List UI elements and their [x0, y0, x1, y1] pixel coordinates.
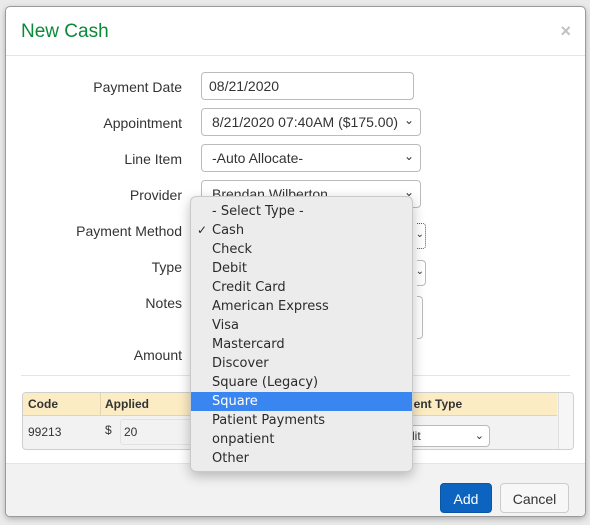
dropdown-option[interactable]: American Express	[191, 297, 412, 316]
header-code: Code	[28, 397, 58, 411]
close-icon[interactable]: ×	[560, 21, 571, 42]
modal-header: New Cash ×	[6, 7, 585, 56]
appointment-label: Appointment	[103, 115, 182, 131]
payment-date-row: Payment Date 08/21/2020	[6, 72, 585, 102]
line-item-row: Line Item -Auto Allocate- ⌄	[6, 144, 585, 174]
appointment-row: Appointment 8/21/2020 07:40AM ($175.00) …	[6, 108, 585, 138]
dropdown-option[interactable]: Mastercard	[191, 335, 412, 354]
dropdown-option[interactable]: Patient Payments	[191, 411, 412, 430]
amount-label: Amount	[133, 347, 182, 363]
payment-type-select[interactable]: dit ⌄	[403, 425, 490, 447]
chevron-down-icon: ⌄	[474, 430, 484, 442]
checkmark-icon: ✓	[197, 223, 208, 237]
cancel-button[interactable]: Cancel	[500, 483, 569, 513]
type-label: Type	[151, 259, 182, 275]
chevron-down-icon: ⌄	[403, 149, 414, 163]
notes-label: Notes	[145, 295, 182, 311]
type-select[interactable]: ⌄	[415, 260, 426, 286]
payment-method-label: Payment Method	[76, 223, 182, 239]
payment-method-dropdown: - Select Type - ✓ Cash Check Debit Credit…	[190, 196, 413, 472]
dropdown-option[interactable]: ✓ Cash	[191, 221, 412, 240]
dropdown-option[interactable]: Square (Legacy)	[191, 373, 412, 392]
dropdown-option[interactable]: Credit Card	[191, 278, 412, 297]
table-scrollbar[interactable]	[558, 393, 573, 449]
line-item-label: Line Item	[124, 151, 182, 167]
payment-date-input[interactable]: 08/21/2020	[201, 72, 414, 100]
chevron-down-icon: ⌄	[415, 229, 424, 240]
payment-method-select[interactable]: ⌄	[415, 223, 426, 249]
dropdown-option[interactable]: Discover	[191, 354, 412, 373]
line-item-select[interactable]: -Auto Allocate- ⌄	[201, 144, 421, 172]
header-applied: Applied	[105, 397, 149, 411]
dropdown-option[interactable]: Check	[191, 240, 412, 259]
appointment-value: 8/21/2020 07:40AM ($175.00)	[212, 114, 399, 130]
row-currency: $	[105, 423, 112, 437]
appointment-select[interactable]: 8/21/2020 07:40AM ($175.00) ⌄	[201, 108, 421, 136]
chevron-down-icon: ⌄	[415, 266, 424, 277]
line-item-value: -Auto Allocate-	[212, 150, 304, 166]
modal-title: New Cash	[21, 21, 109, 42]
dropdown-option[interactable]: Visa	[191, 316, 412, 335]
provider-label: Provider	[129, 187, 182, 203]
payment-date-label: Payment Date	[93, 79, 182, 95]
dropdown-option[interactable]: Other	[191, 449, 412, 468]
dropdown-option-highlighted[interactable]: Square	[191, 392, 412, 411]
add-button[interactable]: Add	[440, 483, 492, 513]
row-code: 99213	[28, 425, 62, 439]
dropdown-option[interactable]: - Select Type -	[191, 202, 412, 221]
notes-textarea[interactable]	[417, 296, 423, 339]
applied-value: 20	[124, 425, 138, 439]
dropdown-option[interactable]: Debit	[191, 259, 412, 278]
chevron-down-icon: ⌄	[403, 113, 414, 127]
dropdown-option[interactable]: onpatient	[191, 430, 412, 449]
